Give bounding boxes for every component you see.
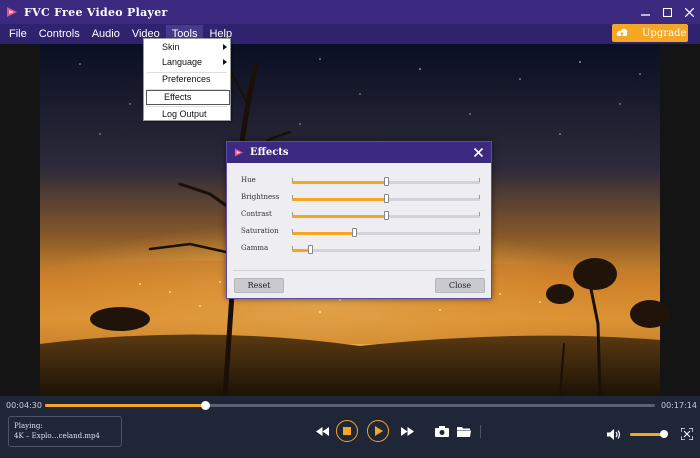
- logo-icon: [0, 0, 24, 24]
- slider-fill: [292, 215, 386, 218]
- menu-item-label: Effects: [164, 92, 192, 102]
- slider-tick: [479, 246, 480, 250]
- volume-thumb[interactable]: [660, 430, 669, 438]
- slider-label: Saturation: [241, 227, 279, 235]
- slider-row-hue: Hue: [227, 173, 491, 190]
- effects-dialog: Effects Hue Brightness Contrast Saturati…: [226, 141, 492, 299]
- player-window: FVC Free Video Player File Controls Audi…: [0, 0, 700, 458]
- menu-controls[interactable]: Controls: [33, 25, 86, 43]
- slider-tick: [479, 178, 480, 182]
- progress-bar[interactable]: [45, 401, 655, 410]
- submenu-arrow-icon: [223, 59, 227, 65]
- slider-tick: [479, 195, 480, 199]
- close-button[interactable]: Close: [435, 278, 485, 293]
- volume-slider[interactable]: [630, 430, 669, 438]
- slider-tick: [479, 229, 480, 233]
- tools-dropdown: Skin Language Preferences Effects Log Ou…: [143, 38, 231, 121]
- play-icon[interactable]: [367, 420, 389, 442]
- elapsed-time: 00:04:30: [6, 401, 42, 410]
- slider-label: Brightness: [241, 193, 280, 201]
- slider-tick: [292, 212, 293, 216]
- slider-fill: [292, 198, 386, 201]
- slider-thumb[interactable]: [351, 228, 357, 237]
- brightness-slider[interactable]: [292, 194, 480, 203]
- logo-icon: [234, 148, 244, 157]
- dialog-divider: [233, 270, 485, 271]
- menu-item-label: Preferences: [162, 74, 211, 84]
- slider-row-brightness: Brightness: [227, 190, 491, 207]
- menu-item-label: Log Output: [162, 109, 207, 119]
- slider-fill: [292, 232, 355, 235]
- menu-audio[interactable]: Audio: [86, 25, 126, 43]
- minimize-icon[interactable]: [634, 0, 656, 24]
- close-icon[interactable]: [678, 0, 700, 24]
- total-time: 00:17:14: [661, 401, 697, 410]
- menu-item-language[interactable]: Language: [144, 55, 230, 70]
- snapshot-icon[interactable]: [434, 423, 450, 439]
- slider-thumb[interactable]: [383, 177, 389, 186]
- slider-label: Contrast: [241, 210, 272, 218]
- slider-thumb[interactable]: [383, 211, 389, 220]
- effects-dialog-title: Effects: [250, 147, 289, 158]
- slider-tick: [479, 212, 480, 216]
- progress-thumb[interactable]: [201, 401, 211, 410]
- now-playing-box: Playing: 4K – Explo…celand.mp4: [8, 416, 122, 447]
- menu-item-effects[interactable]: Effects: [146, 90, 230, 105]
- folder-icon[interactable]: [456, 423, 472, 439]
- control-panel: 00:04:30 00:17:14 Playing: 4K – Explo…ce…: [0, 396, 700, 458]
- app-title: FVC Free Video Player: [24, 5, 168, 19]
- submenu-arrow-icon: [223, 44, 227, 50]
- contrast-slider[interactable]: [292, 211, 480, 220]
- slider-tick: [292, 195, 293, 199]
- menu-item-preferences[interactable]: Preferences: [144, 72, 230, 87]
- slider-label: Gamma: [241, 244, 269, 252]
- menu-file[interactable]: File: [0, 25, 33, 43]
- slider-label: Hue: [241, 176, 256, 184]
- progress-fill: [45, 404, 206, 407]
- slider-tick: [292, 229, 293, 233]
- forward-icon[interactable]: [399, 423, 415, 439]
- fullscreen-icon[interactable]: [680, 427, 694, 441]
- slider-fill: [292, 181, 386, 184]
- menu-item-label: Language: [162, 57, 203, 67]
- reset-button[interactable]: Reset: [234, 278, 284, 293]
- menu-item-skin[interactable]: Skin: [144, 40, 230, 55]
- slider-row-contrast: Contrast: [227, 207, 491, 224]
- hue-slider[interactable]: [292, 177, 480, 186]
- upgrade-icon: [612, 28, 632, 38]
- playing-label: Playing:: [14, 422, 43, 430]
- effects-dialog-header: Effects: [227, 142, 491, 163]
- slider-thumb[interactable]: [383, 194, 389, 203]
- upgrade-label: Upgrade: [642, 27, 687, 39]
- volume-fill: [630, 433, 665, 436]
- saturation-slider[interactable]: [292, 228, 480, 237]
- upgrade-button[interactable]: Upgrade: [612, 24, 688, 42]
- menu-item-label: Skin: [162, 42, 180, 52]
- slider-tick: [292, 246, 293, 250]
- menu-bar: File Controls Audio Video Tools Help: [0, 24, 700, 44]
- file-name: 4K – Explo…celand.mp4: [14, 432, 100, 440]
- rewind-icon[interactable]: [314, 423, 330, 439]
- slider-row-saturation: Saturation: [227, 224, 491, 241]
- maximize-icon[interactable]: [656, 0, 678, 24]
- menu-item-log-output[interactable]: Log Output: [144, 107, 230, 122]
- stop-icon[interactable]: [336, 420, 358, 442]
- slider-thumb[interactable]: [308, 245, 314, 254]
- gamma-slider[interactable]: [292, 245, 480, 254]
- toolbar-divider: [480, 425, 481, 438]
- slider-tick: [292, 178, 293, 182]
- volume-icon[interactable]: [606, 427, 622, 441]
- title-bar: FVC Free Video Player: [0, 0, 700, 24]
- slider-row-gamma: Gamma: [227, 241, 491, 258]
- close-icon[interactable]: [472, 146, 485, 159]
